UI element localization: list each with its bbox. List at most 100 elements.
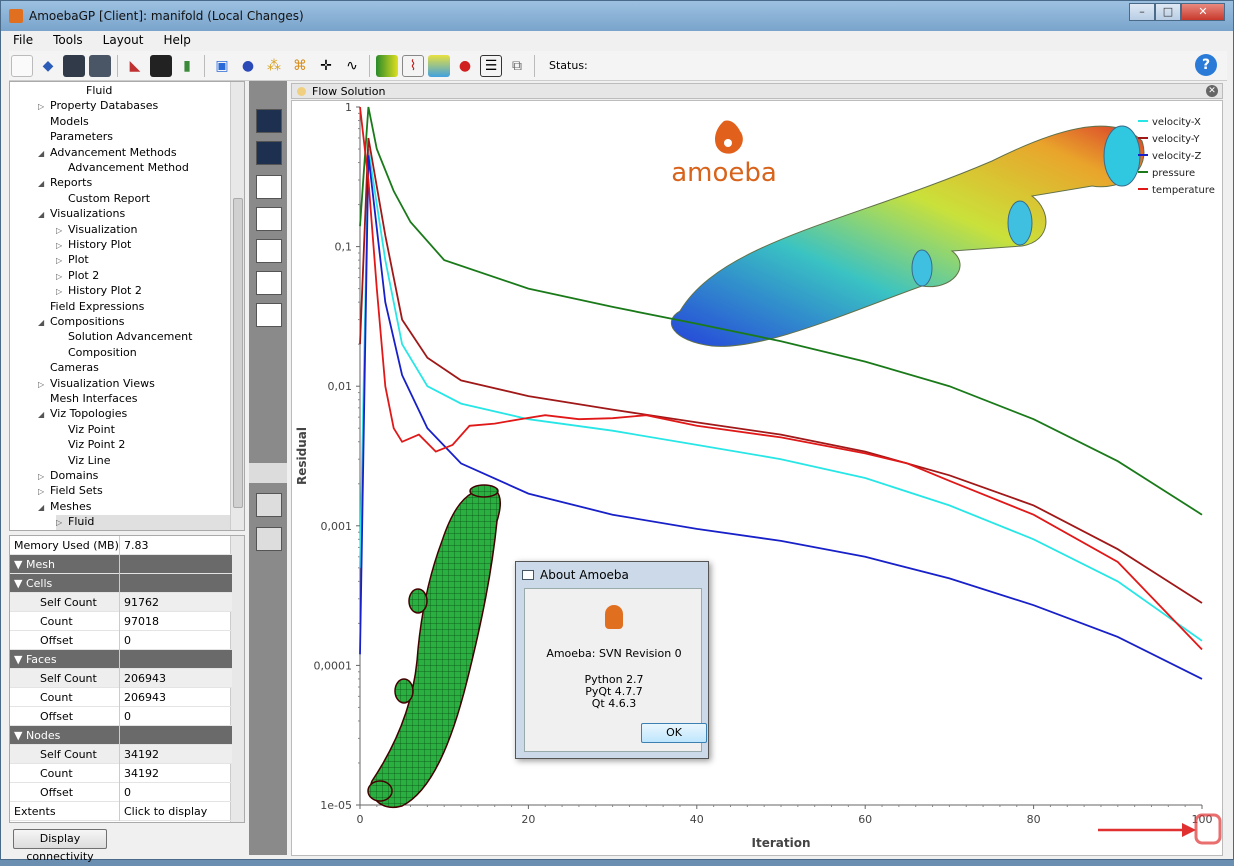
tree-item[interactable]: ▷ Visualization [56, 223, 137, 238]
tree-item[interactable]: Composition [56, 346, 137, 361]
display-connectivity-button[interactable]: Display connectivity [13, 829, 107, 863]
tree-item[interactable]: Advancement Method [56, 161, 189, 176]
close-button[interactable]: ✕ [1181, 3, 1225, 21]
curve-icon[interactable]: ∿ [341, 55, 363, 77]
thumbnail-2[interactable] [256, 141, 282, 165]
tree-item[interactable]: Mesh Interfaces [38, 392, 137, 407]
ok-button[interactable]: OK [641, 723, 707, 743]
tree-item[interactable]: ◢ Meshes [38, 500, 91, 515]
crosshair-icon[interactable]: ✛ [315, 55, 337, 77]
database-icon[interactable]: ▮ [176, 55, 198, 77]
property-row[interactable]: ▼ Faces [10, 650, 232, 669]
tree-item[interactable]: ◢ Compositions [38, 315, 124, 330]
property-row[interactable]: ▼ Nodes [10, 726, 232, 745]
tree-item[interactable]: Custom Report [56, 192, 150, 207]
property-row[interactable]: Extents Click to display [10, 802, 232, 821]
expand-arrow-icon[interactable]: ▷ [56, 287, 68, 296]
expand-arrow-icon[interactable]: ▷ [56, 241, 68, 250]
tree-item[interactable]: Field Expressions [38, 300, 144, 315]
tree-item[interactable]: Viz Point 2 [56, 438, 125, 453]
globe-icon[interactable]: ● [237, 55, 259, 77]
tree-item[interactable]: ▷ Domains [38, 469, 98, 484]
expand-arrow-icon[interactable]: ▷ [38, 487, 50, 496]
property-row[interactable]: Self Count 206943 [10, 669, 232, 688]
thumbnail-5[interactable] [256, 239, 282, 263]
help-icon[interactable]: ? [1195, 54, 1217, 76]
property-row[interactable]: Offset 0 [10, 783, 232, 802]
expand-arrow-icon[interactable]: ◢ [38, 210, 50, 219]
tree-item[interactable]: ▷ Visualization Views [38, 377, 155, 392]
streamlines-icon[interactable]: ⌘ [289, 55, 311, 77]
property-row[interactable]: Count 97018 [10, 612, 232, 631]
tree-item[interactable]: ▷ Property Databases [38, 99, 158, 114]
thumbnail-8[interactable] [256, 493, 282, 517]
tree-item[interactable]: ▷ Plot [56, 253, 89, 268]
menu-file[interactable]: File [9, 31, 37, 49]
puzzle-icon[interactable]: ⧉ [506, 55, 528, 77]
expand-arrow-icon[interactable]: ◢ [38, 179, 50, 188]
property-row[interactable]: ▼ Mesh [10, 555, 232, 574]
thumbnail-4[interactable] [256, 207, 282, 231]
expand-arrow-icon[interactable]: ▷ [38, 472, 50, 481]
property-row[interactable]: ▼ Cells [10, 574, 232, 593]
tree-item[interactable]: ▷ Fluid [56, 515, 230, 530]
expand-arrow-icon[interactable]: ◢ [38, 410, 50, 419]
table-icon[interactable]: ☰ [480, 54, 502, 77]
tree-scrollbar-thumb[interactable] [233, 198, 243, 508]
tree-item[interactable]: ◢ Reports [38, 176, 92, 191]
expand-arrow-icon[interactable]: ▷ [56, 256, 68, 265]
book-icon[interactable] [150, 54, 172, 77]
expand-arrow-icon[interactable]: ▷ [56, 272, 68, 281]
expand-arrow-icon[interactable]: ▷ [38, 380, 50, 389]
maximize-button[interactable]: □ [1155, 3, 1181, 21]
particles-icon[interactable]: ⁂ [263, 55, 285, 77]
property-row[interactable]: Offset 0 [10, 707, 232, 726]
menu-tools[interactable]: Tools [49, 31, 87, 49]
minimize-button[interactable]: – [1129, 3, 1155, 21]
open-icon[interactable]: ◆ [37, 55, 59, 77]
menu-layout[interactable]: Layout [99, 31, 148, 49]
properties-scrollbar[interactable] [230, 536, 244, 822]
tree-item[interactable]: ◢ Advancement Methods [38, 146, 177, 161]
record-icon[interactable]: ● [454, 55, 476, 77]
property-row[interactable]: Memory Used (MB) 7.83 [10, 536, 232, 555]
property-row[interactable]: Count 206943 [10, 688, 232, 707]
panel-close-icon[interactable]: ✕ [1206, 85, 1218, 97]
tree-scrollbar[interactable] [230, 82, 244, 530]
tree-item[interactable]: Models [38, 115, 89, 130]
eraser-icon[interactable]: ◣ [124, 55, 146, 77]
save-as-icon[interactable] [89, 54, 111, 77]
tree-item[interactable]: Viz Point [56, 423, 115, 438]
thumbnail-3[interactable] [256, 175, 282, 199]
tree-item[interactable]: Solution Advancement [56, 330, 192, 345]
thumbnail-divider[interactable] [249, 463, 287, 483]
property-row[interactable]: Self Count 91762 [10, 593, 232, 612]
thumbnail-1[interactable] [256, 109, 282, 133]
tree-item[interactable]: Viz Line [56, 454, 111, 469]
expand-arrow-icon[interactable]: ◢ [38, 503, 50, 512]
tree-item[interactable]: Fluid [74, 84, 112, 99]
expand-arrow-icon[interactable]: ◢ [38, 318, 50, 327]
colorbar-icon[interactable] [376, 54, 398, 77]
tree-item[interactable]: ◢ Viz Topologies [38, 407, 127, 422]
tree-item[interactable]: Cameras [38, 361, 99, 376]
property-row[interactable]: Self Count 34192 [10, 745, 232, 764]
tree-item[interactable]: ▷ History Plot [56, 238, 131, 253]
expand-arrow-icon[interactable]: ▷ [56, 518, 68, 527]
thumbnail-7[interactable] [256, 303, 282, 327]
menu-help[interactable]: Help [159, 31, 194, 49]
save-icon[interactable] [63, 54, 85, 77]
expand-arrow-icon[interactable]: ▷ [56, 226, 68, 235]
tree-item[interactable]: Parameters [38, 130, 113, 145]
tree-item[interactable]: ▷ History Plot 2 [56, 284, 142, 299]
thumbnail-9[interactable] [256, 527, 282, 551]
property-row[interactable]: Count 34192 [10, 764, 232, 783]
cube-icon[interactable]: ▣ [211, 55, 233, 77]
property-row[interactable]: Offset 0 [10, 631, 232, 650]
flow-solution-tab[interactable]: Flow Solution ✕ [291, 83, 1223, 99]
heatmap-icon[interactable] [428, 54, 450, 77]
expand-arrow-icon[interactable]: ◢ [38, 149, 50, 158]
new-file-icon[interactable] [11, 54, 33, 77]
graph-icon[interactable]: ⌇ [402, 54, 424, 77]
tree-item[interactable]: ▷ Plot 2 [56, 269, 99, 284]
